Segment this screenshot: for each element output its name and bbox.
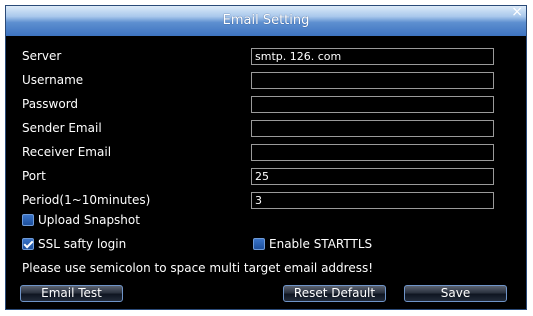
password-input[interactable] [251, 96, 494, 113]
username-input[interactable] [251, 72, 494, 89]
upload-snapshot-label: Upload Snapshot [38, 213, 140, 227]
server-row: Server [6, 48, 526, 66]
server-input[interactable] [251, 48, 494, 65]
password-row: Password [6, 96, 526, 114]
checkmark-icon [22, 238, 34, 250]
enable-starttls-box-icon [253, 238, 265, 250]
password-label: Password [22, 97, 79, 111]
receiver-email-input[interactable] [251, 144, 494, 161]
receiver-email-row: Receiver Email [6, 144, 526, 162]
upload-snapshot-box-icon [22, 214, 34, 226]
reset-default-button[interactable]: Reset Default [283, 285, 386, 302]
email-address-note: Please use semicolon to space multi targ… [22, 261, 374, 275]
period-label: Period(1~10minutes) [22, 193, 151, 207]
username-label: Username [22, 73, 84, 87]
period-row: Period(1~10minutes) [6, 192, 526, 210]
receiver-email-label: Receiver Email [22, 145, 112, 159]
port-row: Port [6, 168, 526, 186]
close-icon[interactable]: × [511, 5, 523, 19]
period-input[interactable] [251, 192, 494, 209]
sender-email-input[interactable] [251, 120, 494, 137]
ssl-login-checkbox[interactable]: SSL safty login [22, 237, 126, 251]
upload-snapshot-checkbox[interactable]: Upload Snapshot [22, 213, 140, 227]
ssl-login-label: SSL safty login [38, 237, 127, 251]
port-input[interactable] [251, 168, 494, 185]
username-row: Username [6, 72, 526, 90]
sender-email-row: Sender Email [6, 120, 526, 138]
dialog-title: Email Setting [222, 13, 310, 28]
email-test-button[interactable]: Email Test [20, 285, 123, 302]
email-setting-dialog: Email Setting × Server Username Password… [5, 5, 527, 310]
enable-starttls-checkbox[interactable]: Enable STARTTLS [253, 237, 372, 251]
title-bar: Email Setting × [6, 5, 526, 36]
port-label: Port [22, 169, 46, 183]
save-button[interactable]: Save [404, 285, 507, 302]
enable-starttls-label: Enable STARTTLS [269, 237, 373, 251]
sender-email-label: Sender Email [22, 121, 102, 135]
server-label: Server [22, 49, 62, 63]
